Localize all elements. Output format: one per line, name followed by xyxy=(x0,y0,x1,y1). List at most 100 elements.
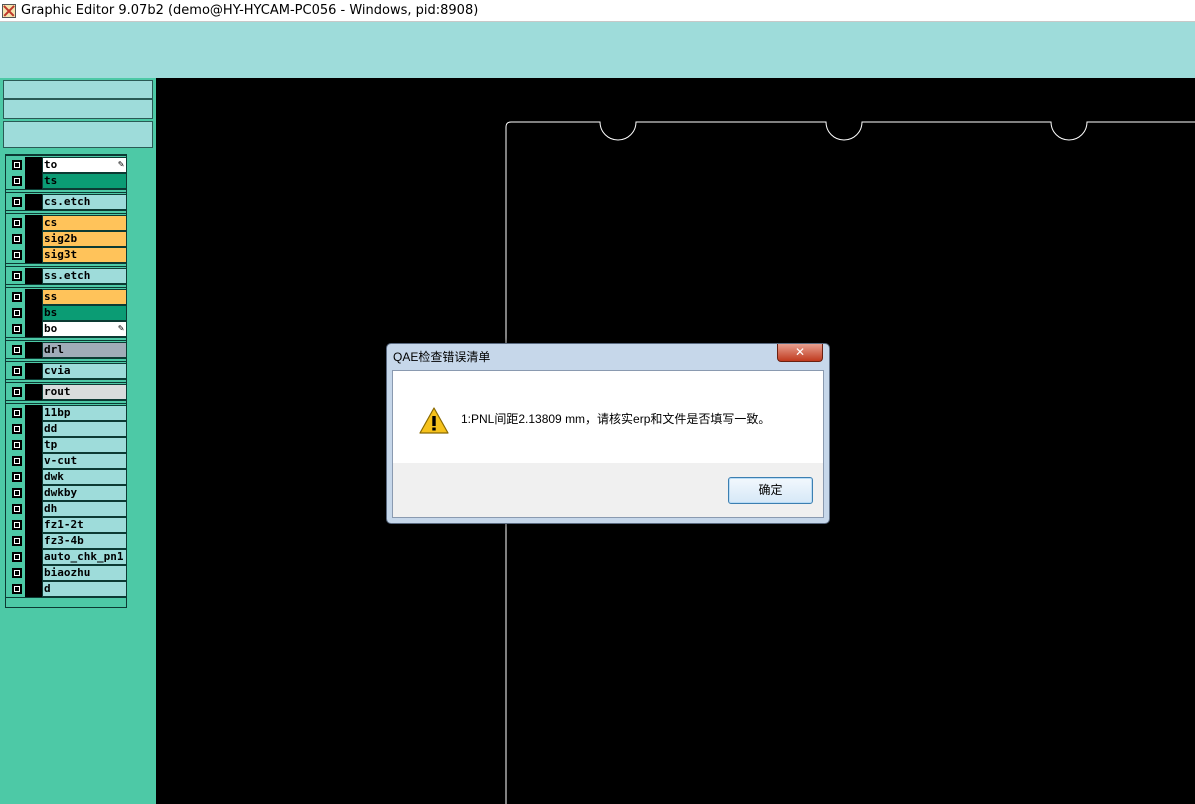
layer-name[interactable]: dd xyxy=(42,421,127,437)
layer-name[interactable]: v-cut xyxy=(42,453,127,469)
layer-group-ss-etch: ss.etch xyxy=(5,266,127,285)
layer-row[interactable]: ss xyxy=(7,289,127,305)
layer-tag xyxy=(25,215,42,231)
layer-name[interactable]: dh xyxy=(42,501,127,517)
layer-tag xyxy=(25,405,42,421)
layer-name[interactable]: dwkby xyxy=(42,485,127,501)
layer-row[interactable]: sig3t xyxy=(7,247,127,263)
layer-group-misc: 11bp dd tp v-cut dwk dwkby dh fz1-2t fz3… xyxy=(5,403,127,598)
layer-tag xyxy=(25,363,42,379)
layer-tag xyxy=(25,289,42,305)
layer-row[interactable]: dd xyxy=(7,421,127,437)
layer-row[interactable]: d xyxy=(7,581,127,597)
layer-name[interactable]: cs xyxy=(42,215,127,231)
layer-checkbox[interactable] xyxy=(12,234,22,244)
layer-checkbox[interactable] xyxy=(12,456,22,466)
layer-row[interactable]: dwkby xyxy=(7,485,127,501)
dialog-message: 1:PNL间距2.13809 mm，请核实erp和文件是否填写一致。 xyxy=(461,412,771,426)
layer-row[interactable]: biaozhu xyxy=(7,565,127,581)
layer-checkbox[interactable] xyxy=(12,472,22,482)
layer-checkbox[interactable] xyxy=(12,568,22,578)
window-title: Graphic Editor 9.07b2 (demo@HY-HYCAM-PC0… xyxy=(21,3,479,18)
layer-row[interactable]: cs xyxy=(7,215,127,231)
layer-tag xyxy=(25,231,42,247)
layer-row[interactable]: drl xyxy=(7,342,127,358)
toolbar-area xyxy=(0,22,1195,78)
layer-row[interactable]: ss.etch xyxy=(7,268,127,284)
layer-name[interactable]: cvia xyxy=(42,363,127,379)
layer-checkbox[interactable] xyxy=(12,440,22,450)
layer-name[interactable]: fz3-4b xyxy=(42,533,127,549)
layer-name[interactable]: d xyxy=(42,581,127,597)
layer-checkbox[interactable] xyxy=(12,408,22,418)
layer-row[interactable]: dh xyxy=(7,501,127,517)
layer-name[interactable]: bo ✎ xyxy=(42,321,127,337)
layer-panel: to ✎ ts cs.etch cs sig2b sig3t ss.etch s… xyxy=(0,78,156,804)
layer-row[interactable]: rout xyxy=(7,384,127,400)
layer-group-rout: rout xyxy=(5,382,127,401)
layer-tag xyxy=(25,384,42,400)
layer-row[interactable]: v-cut xyxy=(7,453,127,469)
layer-row[interactable]: fz3-4b xyxy=(7,533,127,549)
layer-checkbox[interactable] xyxy=(12,176,22,186)
layer-name[interactable]: tp xyxy=(42,437,127,453)
layer-checkbox[interactable] xyxy=(12,345,22,355)
layer-tag xyxy=(25,533,42,549)
panel-header-2 xyxy=(3,99,153,119)
layer-checkbox[interactable] xyxy=(12,218,22,228)
layer-checkbox[interactable] xyxy=(12,271,22,281)
layer-name[interactable]: ss.etch xyxy=(42,268,127,284)
layer-row[interactable]: bs xyxy=(7,305,127,321)
layer-name[interactable]: cs.etch xyxy=(42,194,127,210)
layer-name[interactable]: 11bp xyxy=(42,405,127,421)
layer-name[interactable]: sig2b xyxy=(42,231,127,247)
layer-group-cs-etch: cs.etch xyxy=(5,192,127,211)
layer-row[interactable]: ts xyxy=(7,173,127,189)
layer-tag xyxy=(25,173,42,189)
layer-name[interactable]: biaozhu xyxy=(42,565,127,581)
ok-button[interactable]: 确定 xyxy=(728,477,813,504)
layer-group-cvia: cvia xyxy=(5,361,127,380)
warning-icon xyxy=(419,407,449,434)
layer-checkbox[interactable] xyxy=(12,520,22,530)
layer-row[interactable]: cs.etch xyxy=(7,194,127,210)
layer-name[interactable]: auto_chk_pn1 xyxy=(42,549,127,565)
layer-name[interactable]: fz1-2t xyxy=(42,517,127,533)
layer-name[interactable]: dwk xyxy=(42,469,127,485)
layer-tag xyxy=(25,157,42,173)
layer-row[interactable]: tp xyxy=(7,437,127,453)
layer-checkbox[interactable] xyxy=(12,250,22,260)
pin-icon: ✎ xyxy=(117,323,124,334)
layer-checkbox[interactable] xyxy=(12,366,22,376)
layer-checkbox[interactable] xyxy=(12,584,22,594)
layer-row[interactable]: 11bp xyxy=(7,405,127,421)
layer-checkbox[interactable] xyxy=(12,324,22,334)
layer-row[interactable]: cvia xyxy=(7,363,127,379)
layer-checkbox[interactable] xyxy=(12,160,22,170)
layer-checkbox[interactable] xyxy=(12,552,22,562)
layer-row[interactable]: sig2b xyxy=(7,231,127,247)
layer-checkbox[interactable] xyxy=(12,308,22,318)
layer-row[interactable]: dwk xyxy=(7,469,127,485)
layer-checkbox[interactable] xyxy=(12,536,22,546)
layer-name[interactable]: sig3t xyxy=(42,247,127,263)
layer-name[interactable]: ts xyxy=(42,173,127,189)
layer-checkbox[interactable] xyxy=(12,488,22,498)
layer-name[interactable]: ss xyxy=(42,289,127,305)
close-button[interactable]: ✕ xyxy=(777,344,823,362)
dialog-title: QAE检查错误清单 xyxy=(393,350,491,364)
layer-checkbox[interactable] xyxy=(12,387,22,397)
layer-checkbox[interactable] xyxy=(12,504,22,514)
layer-checkbox[interactable] xyxy=(12,292,22,302)
layer-name[interactable]: drl xyxy=(42,342,127,358)
layer-row[interactable]: bo ✎ xyxy=(7,321,127,337)
layer-row[interactable]: to ✎ xyxy=(7,157,127,173)
layer-row[interactable]: fz1-2t xyxy=(7,517,127,533)
layer-checkbox[interactable] xyxy=(12,197,22,207)
layer-name[interactable]: bs xyxy=(42,305,127,321)
layer-row[interactable]: auto_chk_pn1 xyxy=(7,549,127,565)
layer-name[interactable]: to ✎ xyxy=(42,157,127,173)
layer-checkbox[interactable] xyxy=(12,424,22,434)
app-icon xyxy=(2,4,16,18)
layer-name[interactable]: rout xyxy=(42,384,127,400)
